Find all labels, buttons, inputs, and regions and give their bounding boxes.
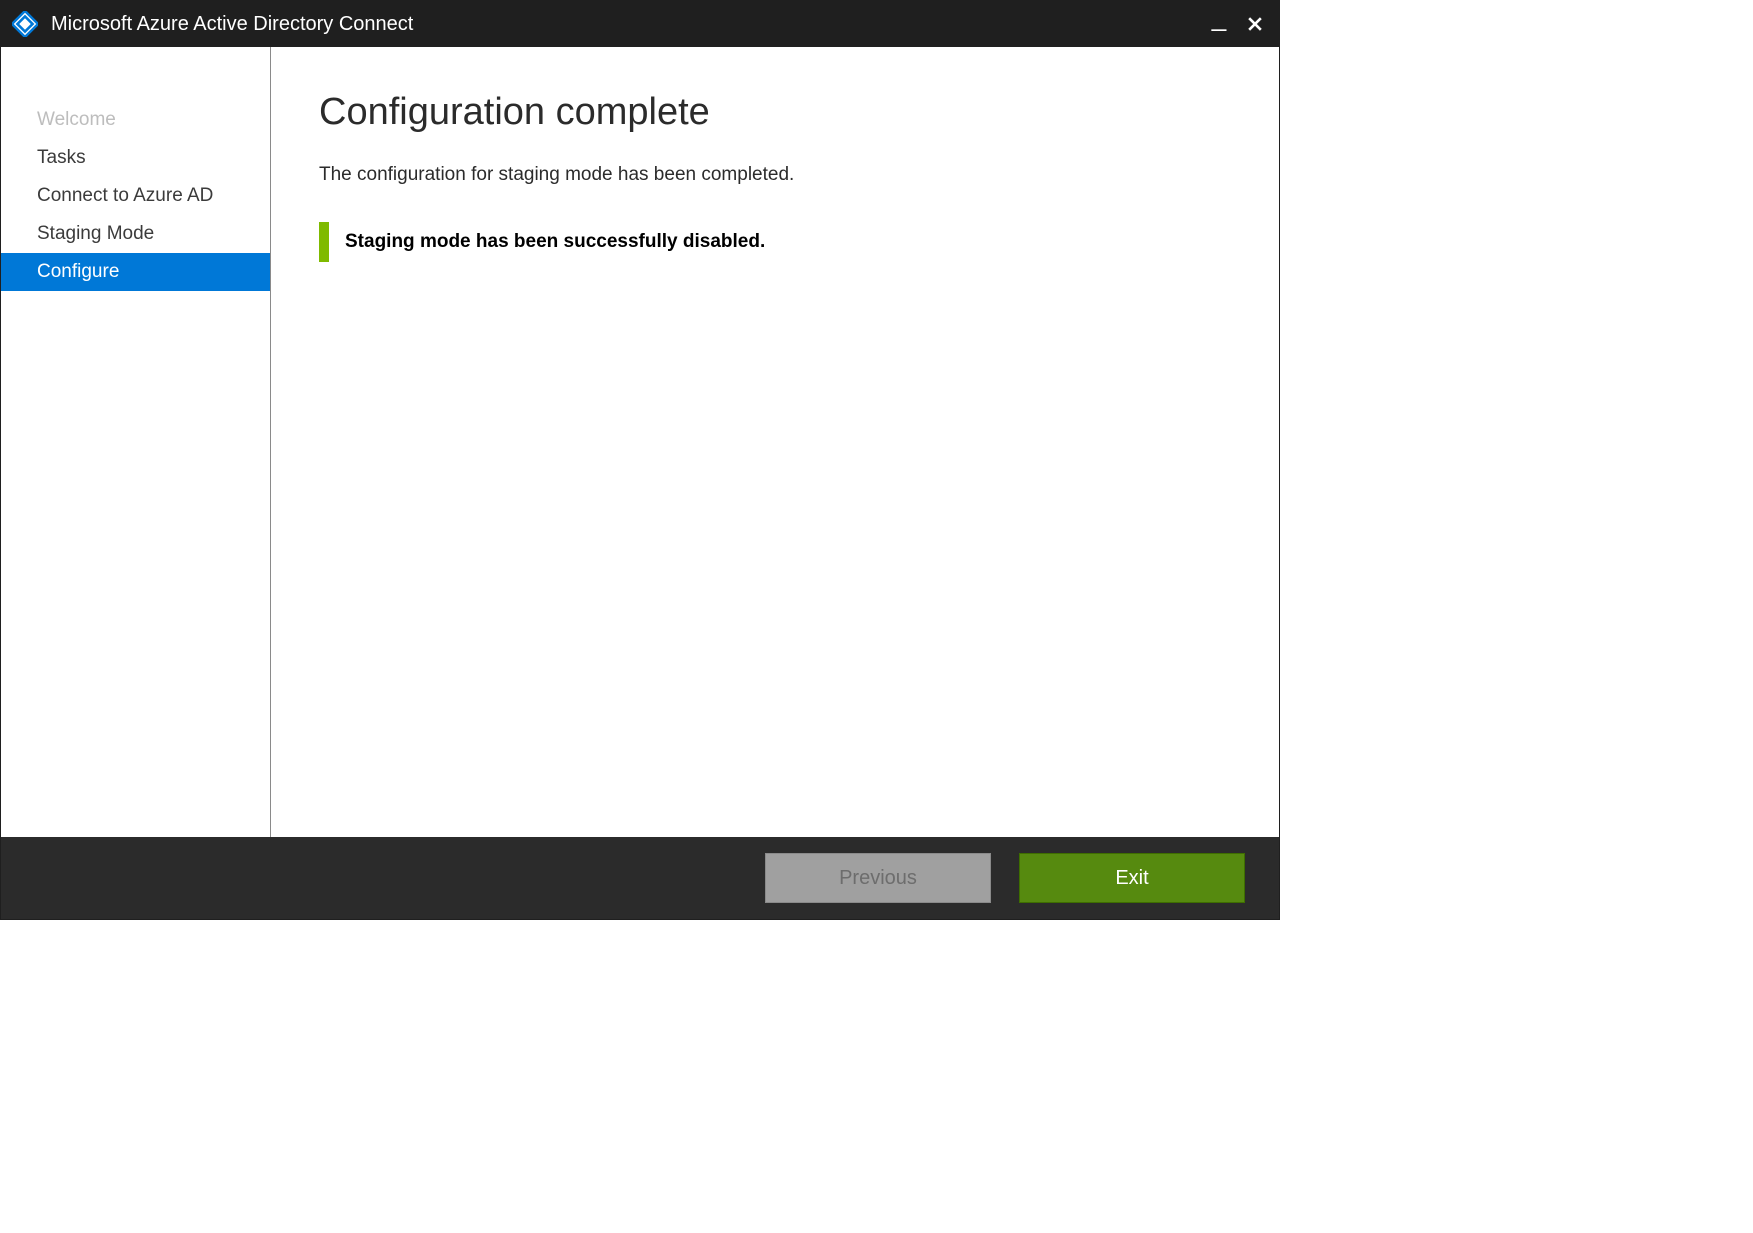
page-title: Configuration complete (319, 91, 1231, 134)
close-button[interactable] (1241, 10, 1269, 38)
footer: Previous Exit (1, 837, 1279, 919)
sidebar-item-staging-mode[interactable]: Staging Mode (1, 215, 270, 253)
sidebar-item-label: Staging Mode (37, 223, 154, 245)
titlebar: Microsoft Azure Active Directory Connect… (1, 1, 1279, 47)
page-description: The configuration for staging mode has b… (319, 164, 1231, 186)
main-content: Configuration complete The configuration… (271, 47, 1279, 837)
azure-logo-icon (11, 10, 39, 38)
previous-button-label: Previous (839, 867, 917, 890)
previous-button: Previous (765, 853, 991, 903)
sidebar-item-label: Welcome (37, 109, 116, 131)
exit-button[interactable]: Exit (1019, 853, 1245, 903)
status-accent-bar (319, 222, 329, 262)
sidebar-item-label: Tasks (37, 147, 86, 169)
sidebar-item-label: Configure (37, 261, 119, 283)
sidebar-item-configure[interactable]: Configure (1, 253, 270, 291)
sidebar: Welcome Tasks Connect to Azure AD Stagin… (1, 47, 271, 837)
exit-button-label: Exit (1115, 867, 1148, 890)
sidebar-item-welcome[interactable]: Welcome (1, 101, 270, 139)
app-window: Microsoft Azure Active Directory Connect… (0, 0, 1280, 920)
window-title: Microsoft Azure Active Directory Connect (51, 13, 1205, 36)
status-message: Staging mode has been successfully disab… (345, 231, 765, 253)
sidebar-item-connect-to-azure-ad[interactable]: Connect to Azure AD (1, 177, 270, 215)
status-message-box: Staging mode has been successfully disab… (319, 222, 1231, 262)
sidebar-item-tasks[interactable]: Tasks (1, 139, 270, 177)
minimize-button[interactable]: _ (1205, 3, 1233, 31)
body: Welcome Tasks Connect to Azure AD Stagin… (1, 47, 1279, 837)
sidebar-item-label: Connect to Azure AD (37, 185, 213, 207)
